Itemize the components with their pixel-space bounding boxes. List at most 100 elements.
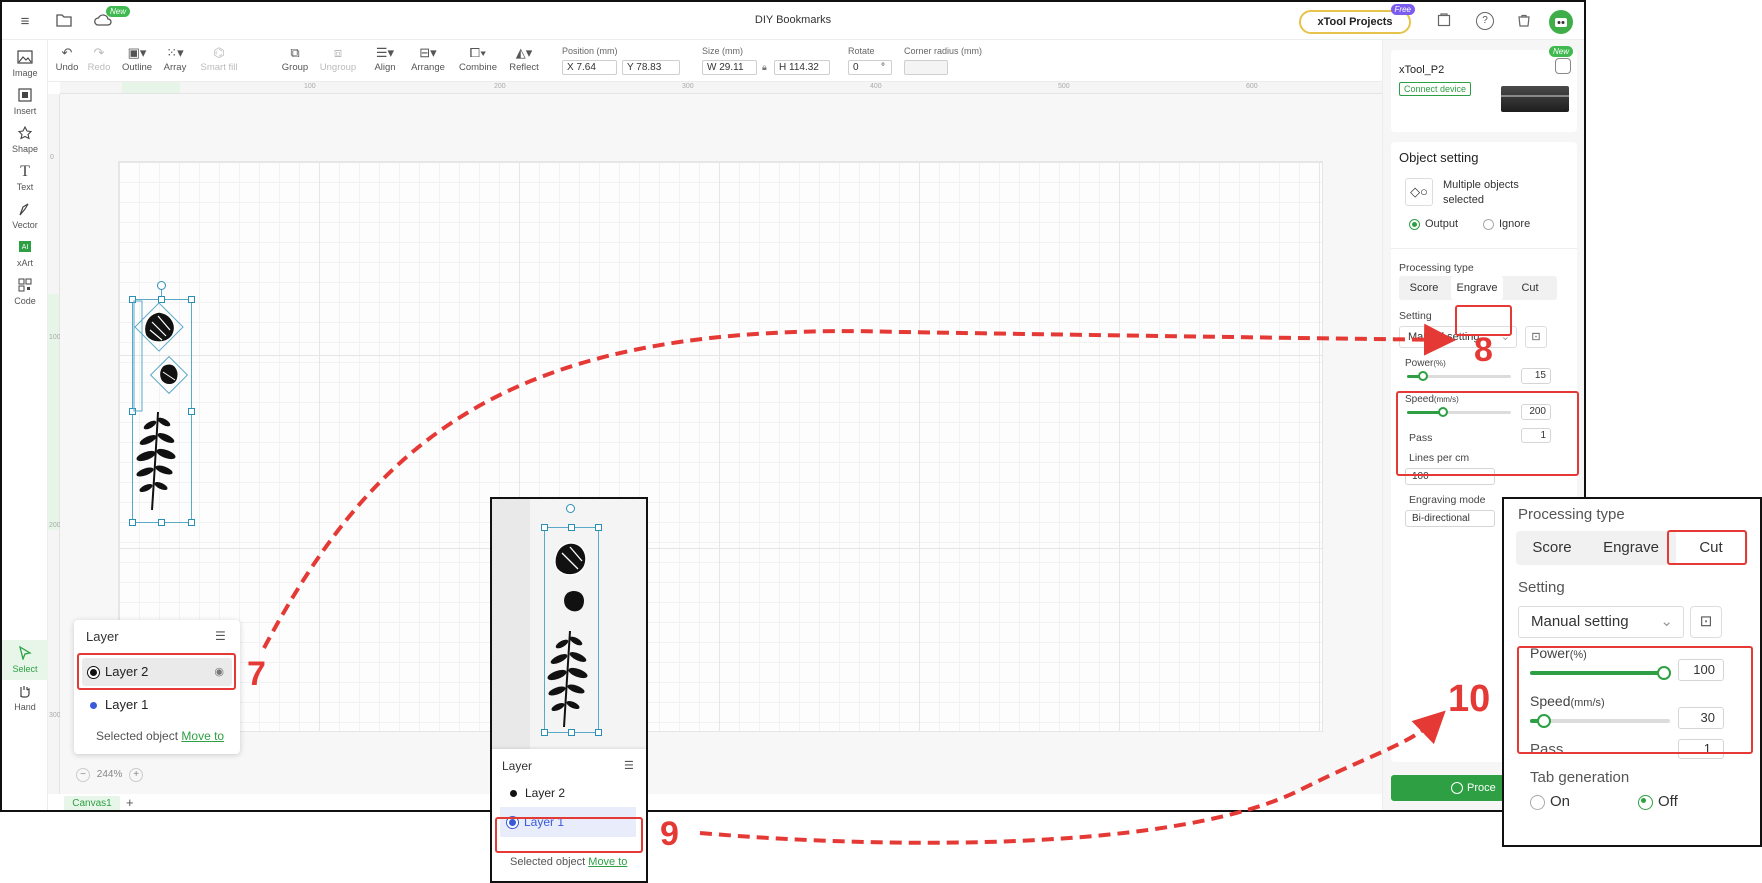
size-height-input[interactable]: H 114.32 xyxy=(774,60,830,75)
hand-icon xyxy=(16,684,34,700)
tool-insert[interactable]: Insert xyxy=(2,82,48,122)
tool-image[interactable]: Image xyxy=(2,44,48,84)
object-setting-title: Object setting xyxy=(1399,150,1479,165)
tool-label: xArt xyxy=(16,258,33,268)
canvas-artboard[interactable] xyxy=(118,161,1323,732)
rotate-label: Rotate xyxy=(848,46,875,56)
type-engrave[interactable]: Engrave xyxy=(1451,276,1503,300)
zoom-in-button[interactable]: + xyxy=(129,768,144,782)
radio-icon xyxy=(1409,218,1420,230)
inset-setting-dropdown: Manual setting ⌄ xyxy=(1518,606,1684,638)
power-label: Power(%) xyxy=(1405,358,1446,369)
arrange-button[interactable]: ⊟▾ Arrange xyxy=(410,44,446,80)
inset-selected-object-row: Selected object Move to xyxy=(510,856,627,868)
undo-button[interactable]: ↶ Undo xyxy=(52,44,82,80)
selected-object-text: Selected object xyxy=(510,856,586,868)
tool-shape[interactable]: Shape xyxy=(2,120,48,160)
tool-select[interactable]: Select xyxy=(2,640,48,680)
power-slider-knob[interactable] xyxy=(1417,371,1428,381)
bookmark-artwork[interactable] xyxy=(132,300,192,522)
ignore-radio[interactable]: Ignore xyxy=(1483,218,1530,230)
tool-label: Select xyxy=(12,664,38,674)
add-canvas-button[interactable]: + xyxy=(126,795,134,810)
tool-label: Text xyxy=(16,182,34,192)
rotate-handle[interactable] xyxy=(157,281,166,290)
move-to-link[interactable]: Move to xyxy=(181,729,224,743)
callout-box-layer-2 xyxy=(77,653,236,690)
radio-icon xyxy=(1483,218,1494,230)
tool-xart[interactable]: AI xArt xyxy=(2,234,48,274)
new-badge: New xyxy=(1549,46,1574,57)
vertical-ruler: 0 100 200 300 xyxy=(48,94,61,794)
ruler-tick: 100 xyxy=(49,334,61,341)
tool-label: Vector xyxy=(12,220,38,230)
position-y-input[interactable]: Y 78.83 xyxy=(622,60,680,75)
type-cut[interactable]: Cut xyxy=(1505,276,1555,300)
tab-canvas1[interactable]: Canvas1 xyxy=(64,796,120,810)
combine-button[interactable]: ⧠▾ Combine xyxy=(458,44,498,80)
engraving-mode-select[interactable]: Bi-directional xyxy=(1405,510,1495,527)
tool-hand[interactable]: Hand xyxy=(2,678,48,718)
inset-tab-on-radio: On xyxy=(1530,793,1570,810)
layer-row-1[interactable]: Layer 1 xyxy=(90,697,148,712)
app-window: ≡ New DIY Bookmarks xTool Projects Free … xyxy=(0,0,1586,812)
rotate-handle xyxy=(566,504,575,513)
ruler-tick: 500 xyxy=(1058,83,1070,90)
radio-icon xyxy=(1638,794,1653,810)
rotate-input[interactable]: 0 ° xyxy=(848,60,892,75)
left-toolbar: Image Insert Shape T Text Vector AI xArt… xyxy=(2,40,48,810)
save-setting-icon[interactable]: ⊡ xyxy=(1525,326,1547,348)
reflect-icon: ◭▾ xyxy=(515,45,533,60)
menu-icon[interactable]: ≡ xyxy=(15,13,35,31)
help-icon[interactable]: ? xyxy=(1476,12,1494,30)
redo-button[interactable]: ↷ Redo xyxy=(84,44,114,80)
corner-radius-input[interactable] xyxy=(904,60,948,75)
smart-fill-label: Smart fill xyxy=(200,62,238,73)
rotate-value: 0 xyxy=(853,62,859,73)
divider xyxy=(1391,248,1577,249)
power-slider[interactable] xyxy=(1407,371,1511,381)
rotate-unit: ° xyxy=(881,62,885,73)
setting-label: Setting xyxy=(1399,310,1432,322)
inset-tab-generation-label: Tab generation xyxy=(1530,769,1630,786)
vector-pen-icon xyxy=(16,202,34,218)
position-label: Position (mm) xyxy=(562,46,618,56)
power-input[interactable]: 15 xyxy=(1521,368,1551,384)
callout-box-power-speed xyxy=(1396,391,1579,476)
group-button[interactable]: ⧉ Group xyxy=(280,44,310,80)
library-icon[interactable] xyxy=(1434,13,1454,31)
insert-icon xyxy=(16,88,34,104)
folder-icon[interactable] xyxy=(54,13,74,31)
array-button[interactable]: ⁙▾ Array xyxy=(158,44,192,80)
array-icon: ⁙▾ xyxy=(166,45,184,60)
size-width-input[interactable]: W 29.11 xyxy=(702,60,757,75)
tool-vector[interactable]: Vector xyxy=(2,196,48,236)
tool-code[interactable]: Code xyxy=(2,272,48,312)
zoom-out-button[interactable]: − xyxy=(76,768,90,782)
cursor-icon xyxy=(16,645,34,662)
type-score[interactable]: Score xyxy=(1399,276,1449,300)
layer-settings-icon[interactable]: ☰ xyxy=(215,629,226,643)
tool-label: Hand xyxy=(14,702,36,712)
lock-ratio-icon[interactable]: 🔒︎ xyxy=(762,62,767,73)
inset-processing-type-label: Processing type xyxy=(1518,506,1625,523)
reflect-button[interactable]: ◭▾ Reflect xyxy=(508,44,540,80)
multi-selected-info: ◇○ Multiple objects selected xyxy=(1405,178,1545,208)
output-radio[interactable]: Output xyxy=(1409,218,1458,230)
callout-box-cut-power-speed xyxy=(1517,646,1753,754)
shop-icon[interactable] xyxy=(1514,13,1534,31)
smart-fill-button[interactable]: ⌬ Smart fill xyxy=(198,44,240,80)
xtool-projects-button[interactable]: xTool Projects Free xyxy=(1299,4,1415,34)
ruler-tick: 100 xyxy=(304,83,316,90)
outline-button[interactable]: ▣▾ Outline xyxy=(120,44,154,80)
tool-text[interactable]: T Text xyxy=(2,158,48,198)
ungroup-button[interactable]: ⧈ Ungroup xyxy=(318,44,358,80)
combine-icon: ⧠▾ xyxy=(469,45,487,60)
device-settings-icon[interactable] xyxy=(1555,58,1571,74)
redo-label: Redo xyxy=(87,62,111,73)
free-badge: Free xyxy=(1390,4,1415,15)
align-button[interactable]: ☰▾ Align xyxy=(372,44,398,80)
connect-device-button[interactable]: Connect device xyxy=(1399,82,1472,96)
position-x-input[interactable]: X 7.64 xyxy=(562,60,617,75)
avatar[interactable] xyxy=(1549,10,1573,34)
